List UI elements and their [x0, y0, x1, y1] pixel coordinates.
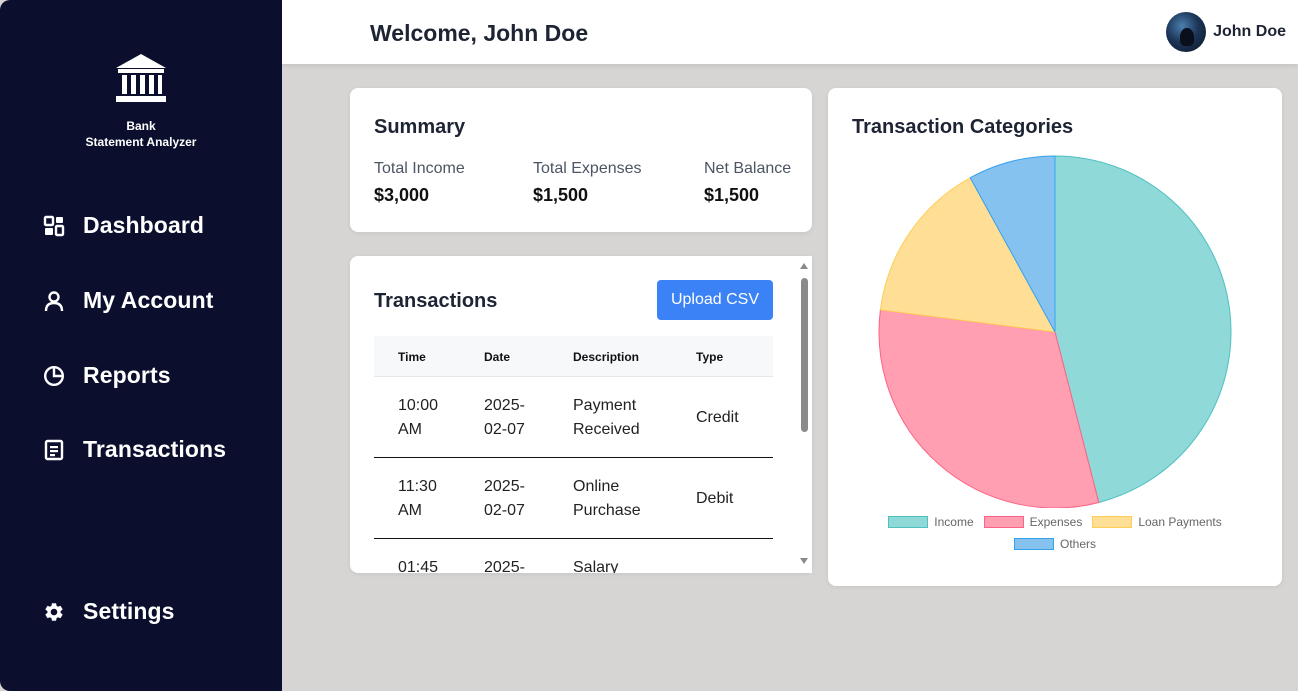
sidebar-item-my-account[interactable]: My Account [42, 287, 214, 314]
stat-value: $3,000 [374, 185, 430, 205]
welcome-heading: Welcome, John Doe [370, 20, 589, 46]
table-header: Time Date Description Type [374, 336, 773, 377]
legend-label: Others [1059, 537, 1096, 551]
legend-swatch [1092, 516, 1133, 528]
total-expenses-stat: Total Expenses $1,500 [533, 160, 642, 206]
transactions-title: Transactions [374, 290, 498, 312]
sidebar-item-label: Settings [83, 598, 175, 624]
sidebar-item-reports[interactable]: Reports [42, 362, 171, 389]
legend-item-income[interactable]: Income [888, 515, 974, 529]
cell-date: 2025- [484, 559, 525, 573]
cell-time: 01:45 [398, 559, 439, 573]
cell-date: 2025- 02-07 [484, 478, 525, 519]
cell-description: Online Purchase [573, 478, 641, 519]
app-logo: Bank Statement Analyzer [0, 52, 282, 150]
user-name: John Doe [1213, 23, 1286, 40]
document-icon [42, 438, 66, 462]
sidebar: Bank Statement Analyzer Dashboard My Acc… [0, 0, 282, 691]
table-row[interactable]: 01:45 2025- Salary [374, 539, 773, 573]
user-profile[interactable]: John Doe [1166, 12, 1286, 52]
total-income-stat: Total Income $3,000 [374, 160, 465, 206]
pie-chart-icon [42, 364, 66, 388]
dashboard-icon [42, 214, 66, 238]
legend-item-loan-payments[interactable]: Loan Payments [1092, 515, 1222, 529]
scroll-up-arrow-icon[interactable] [800, 263, 808, 269]
cell-description: Payment Received [573, 397, 640, 438]
bank-icon [116, 54, 166, 102]
cell-description: Salary [573, 559, 619, 573]
scroll-thumb[interactable] [801, 278, 808, 432]
cell-time: 11:30 AM [398, 478, 437, 519]
legend-swatch [888, 516, 929, 528]
categories-card: Transaction Categories Income Expenses Loa… [828, 88, 1282, 586]
upload-csv-button[interactable]: Upload CSV [657, 280, 773, 320]
column-header-type: Type [696, 350, 724, 364]
column-header-time: Time [398, 350, 426, 364]
stat-label: Total Income [374, 160, 465, 177]
categories-title: Transaction Categories [852, 116, 1074, 138]
column-header-date: Date [484, 350, 511, 364]
cell-date: 2025- 02-07 [484, 397, 525, 438]
cell-time: 10:00 AM [398, 397, 439, 438]
pie-chart [878, 155, 1232, 508]
summary-card: Summary Total Income $3,000 Total Expens… [350, 88, 812, 232]
scroll-down-arrow-icon[interactable] [800, 558, 808, 564]
sidebar-item-settings[interactable]: Settings [42, 598, 175, 625]
legend-label: Income [934, 515, 974, 529]
summary-title: Summary [374, 116, 466, 138]
avatar[interactable] [1166, 12, 1207, 52]
transactions-card: Transactions Upload CSV Time Date Descri… [350, 256, 812, 573]
transactions-scrollbar[interactable] [796, 256, 812, 573]
stat-label: Net Balance [704, 160, 792, 177]
table-row[interactable]: 10:00 AM 2025- 02-07 Payment Received Credi… [374, 377, 773, 458]
user-icon [42, 289, 66, 313]
stat-value: $1,500 [533, 185, 589, 205]
gear-icon [42, 600, 66, 624]
top-header: Welcome, John Doe John Doe [282, 0, 1298, 64]
sidebar-item-transactions[interactable]: Transactions [42, 436, 226, 463]
table-row[interactable]: 11:30 AM 2025- 02-07 Online Purchase Debit [374, 458, 773, 539]
app-name-line2: Statement Analyzer [85, 135, 197, 149]
legend-label: Loan Payments [1138, 515, 1222, 529]
sidebar-item-label: Transactions [83, 436, 227, 462]
net-balance-stat: Net Balance $1,500 [704, 160, 791, 206]
stat-label: Total Expenses [533, 160, 642, 177]
stat-value: $1,500 [704, 185, 760, 205]
legend-swatch [1013, 538, 1054, 550]
legend-label: Expenses [1029, 515, 1083, 529]
sidebar-item-label: Dashboard [83, 212, 205, 238]
column-header-description: Description [573, 350, 640, 364]
cell-type: Credit [696, 409, 739, 426]
legend-item-expenses[interactable]: Expenses [983, 515, 1083, 529]
sidebar-item-label: My Account [83, 287, 214, 313]
cell-type: Debit [696, 490, 734, 507]
legend-swatch [983, 516, 1024, 528]
legend-item-others[interactable]: Others [1013, 537, 1096, 551]
sidebar-item-label: Reports [83, 362, 171, 388]
app-name-line1: Bank [126, 119, 156, 133]
sidebar-item-dashboard[interactable]: Dashboard [42, 212, 204, 239]
